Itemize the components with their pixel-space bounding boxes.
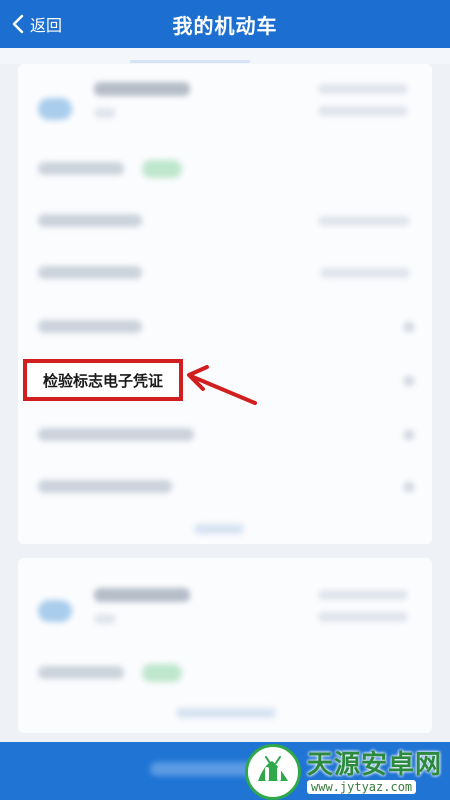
vehicle-info-blurred bbox=[318, 84, 408, 94]
bottom-button-blurred[interactable] bbox=[150, 762, 260, 776]
page-title: 我的机动车 bbox=[172, 14, 278, 38]
inspection-sticker-label: 检验标志电子凭证 bbox=[42, 371, 163, 390]
chevron-right-icon bbox=[404, 376, 414, 386]
plate-number-blurred bbox=[94, 82, 190, 96]
row-label-blurred[interactable] bbox=[38, 428, 194, 441]
watermark-url: www.jytyaz.com bbox=[307, 779, 417, 794]
row-label-blurred[interactable] bbox=[38, 480, 172, 493]
status-badge bbox=[142, 664, 182, 682]
site-watermark: 天源安卓网 www.jytyaz.com bbox=[245, 743, 450, 800]
plate-number-blurred bbox=[94, 588, 190, 602]
row-value-blurred bbox=[320, 268, 410, 278]
vehicle-sub-blurred bbox=[94, 614, 116, 624]
vehicle-logo-icon bbox=[38, 600, 72, 622]
app-header: 返回 我的机动车 bbox=[0, 0, 450, 48]
row-label-blurred[interactable] bbox=[38, 266, 142, 279]
vehicle-info-blurred bbox=[318, 612, 408, 622]
row-label-blurred bbox=[38, 666, 124, 679]
vehicle-card bbox=[18, 64, 432, 544]
row-label-blurred[interactable] bbox=[38, 214, 142, 227]
arrow-pointer-icon bbox=[187, 365, 257, 405]
vehicle-info-blurred bbox=[318, 590, 408, 600]
chevron-right-icon bbox=[404, 430, 414, 440]
tab-indicator bbox=[130, 60, 250, 63]
watermark-logo-icon bbox=[245, 743, 301, 800]
watermark-name: 天源安卓网 bbox=[307, 749, 443, 780]
inspection-sticker-e-certificate-item[interactable]: 检验标志电子凭证 bbox=[23, 359, 183, 401]
chevron-right-icon bbox=[404, 482, 414, 492]
chevron-right-icon bbox=[404, 322, 414, 332]
row-label-blurred[interactable] bbox=[38, 320, 142, 333]
vehicle-card bbox=[18, 558, 432, 733]
row-value-blurred bbox=[318, 216, 410, 226]
vehicle-logo-icon bbox=[38, 98, 72, 120]
row-label-blurred bbox=[38, 162, 124, 175]
pager-dots bbox=[176, 708, 276, 718]
pager-dots bbox=[194, 524, 244, 534]
vehicle-info-blurred bbox=[318, 106, 408, 116]
status-badge bbox=[142, 160, 182, 178]
vehicle-sub-blurred bbox=[94, 108, 116, 118]
